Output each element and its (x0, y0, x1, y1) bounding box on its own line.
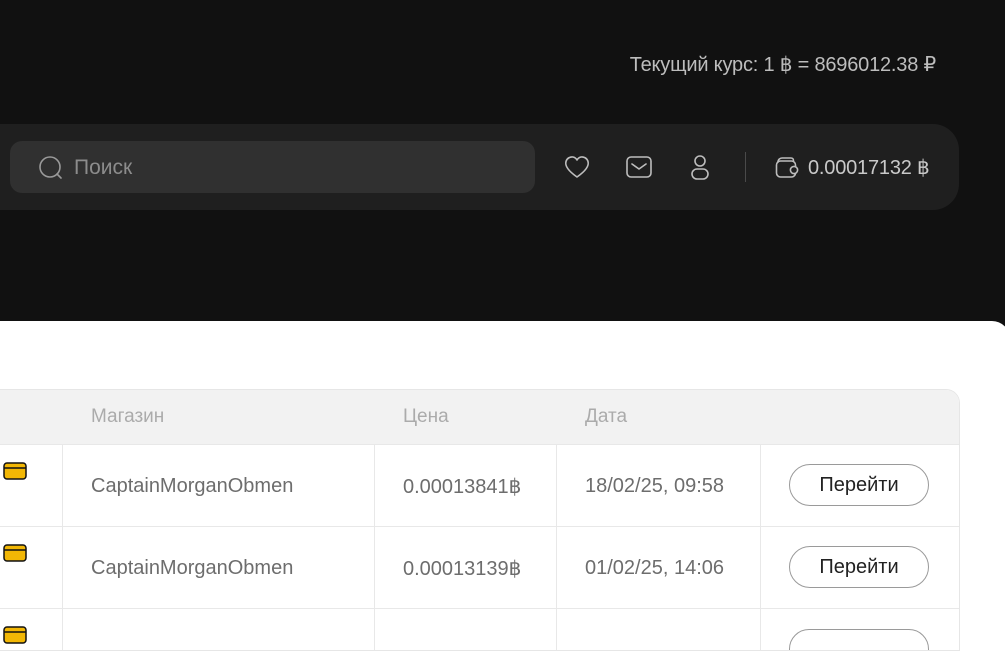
toolbar-divider (745, 152, 746, 182)
column-header-date: Дата (585, 406, 628, 427)
column-divider (556, 527, 557, 609)
search-icon (39, 156, 62, 179)
card-icon (3, 544, 27, 562)
user-icon[interactable] (685, 152, 715, 182)
card-icon (3, 462, 27, 480)
search-box[interactable] (10, 141, 535, 195)
column-divider (556, 445, 557, 527)
top-toolbar: 0.00017132 ฿ (0, 124, 959, 210)
column-divider (760, 527, 761, 609)
column-divider (760, 445, 761, 527)
wallet-balance[interactable]: 0.00017132 ฿ (774, 152, 930, 182)
wallet-icon (775, 157, 799, 178)
date-value: 18/02/25, 09:58 (585, 474, 725, 497)
column-divider (62, 609, 63, 650)
column-divider (374, 445, 375, 527)
column-divider (374, 527, 375, 609)
column-header-shop: Магазин (91, 406, 165, 427)
table-row: CaptainMorganObmen 0.00013841฿ 18/02/25,… (0, 444, 959, 527)
column-divider (374, 609, 375, 650)
search-input[interactable] (72, 141, 516, 195)
column-divider (62, 527, 63, 609)
table-header: Магазин Цена Дата (0, 390, 959, 444)
shop-name: CaptainMorganObmen (91, 556, 294, 579)
orders-table: Магазин Цена Дата CaptainMorganObmen 0.0… (0, 389, 960, 651)
column-divider (556, 609, 557, 650)
table-row: CaptainMorganObmen 0.00013139฿ 01/02/25,… (0, 526, 959, 609)
price-value: 0.00013139฿ (403, 557, 522, 580)
go-button[interactable]: Перейти (789, 546, 929, 588)
go-button[interactable] (789, 629, 929, 650)
table-row (0, 608, 959, 650)
column-header-price: Цена (403, 406, 449, 427)
price-value: 0.00013841฿ (403, 475, 522, 498)
wallet-balance-value: 0.00017132 ฿ (808, 156, 930, 179)
heart-icon[interactable] (562, 152, 592, 182)
date-value: 01/02/25, 14:06 (585, 556, 725, 579)
exchange-rate: Текущий курс: 1 ฿ = 8696012.38 ₽ (629, 54, 936, 76)
mail-icon[interactable] (624, 152, 654, 182)
column-divider (62, 445, 63, 527)
column-divider (760, 609, 761, 650)
card-icon (3, 626, 27, 644)
go-button[interactable]: Перейти (789, 464, 929, 506)
shop-name: CaptainMorganObmen (91, 474, 294, 497)
